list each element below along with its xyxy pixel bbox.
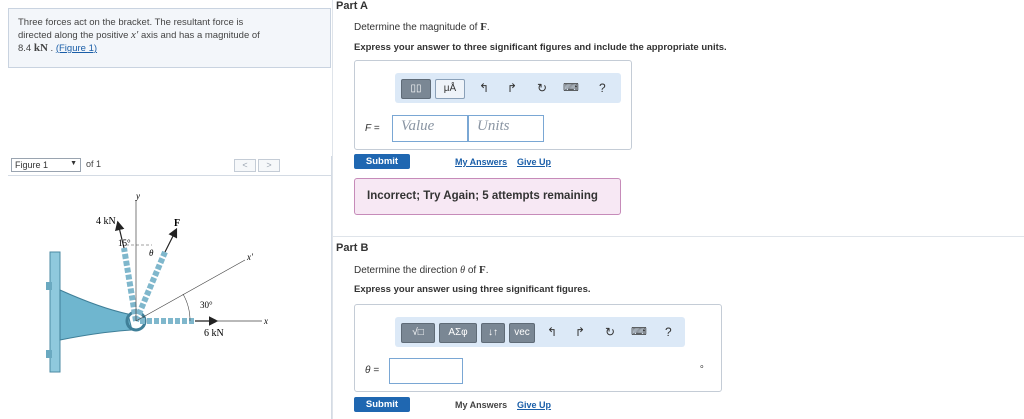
part-a-answer-box: ▯▯ μÅ ↰ ↱ ↻ ⌨ ? F = Value Units: [354, 60, 632, 150]
divider: [332, 0, 333, 419]
label-xprime-axis: x′: [246, 252, 254, 262]
reset-icon[interactable]: ↻: [605, 325, 615, 339]
problem-statement: Three forces act on the bracket. The res…: [8, 8, 331, 68]
part-b-answer-box: √□ ΑΣφ ↓↑ vec ↰ ↱ ↻ ⌨ ? θ = ∘: [354, 304, 722, 392]
figure-select-value: Figure 1: [15, 160, 49, 170]
part-a-toolbar: ▯▯ μÅ ↰ ↱ ↻ ⌨ ?: [395, 73, 621, 103]
problem-text: axis and has a magnitude of: [138, 30, 260, 41]
part-a-instruction: Express your answer to three significant…: [354, 42, 727, 53]
part-b-submit-button[interactable]: Submit: [354, 397, 410, 412]
divider: [332, 236, 1024, 237]
arrows-button[interactable]: ↓↑: [481, 323, 505, 343]
part-a-prompt: Determine the magnitude of F.: [354, 21, 490, 33]
theta-input[interactable]: [389, 358, 463, 384]
figure-link[interactable]: (Figure 1): [56, 43, 97, 54]
part-a-submit-button[interactable]: Submit: [354, 154, 410, 169]
arrow-f: [164, 227, 178, 253]
field-label-f: F =: [365, 123, 380, 134]
bolt-icon: [46, 282, 52, 290]
part-a-label: Part A: [336, 0, 368, 12]
chain-f: [133, 250, 168, 323]
prompt-text: of: [465, 265, 479, 276]
chain-4kn: [121, 247, 139, 322]
units-button[interactable]: μÅ: [435, 79, 465, 99]
label-f: F: [174, 218, 180, 229]
vec-button[interactable]: vec: [509, 323, 535, 343]
angle-arc: [182, 293, 191, 322]
part-a-give-up-link[interactable]: Give Up: [517, 157, 551, 167]
label-angle-15: 15°: [118, 238, 131, 248]
label-angle-30: 30°: [200, 300, 213, 310]
part-b-label: Part B: [336, 242, 369, 254]
templates-button[interactable]: ▯▯: [401, 79, 431, 99]
radical-icon: √□: [412, 327, 424, 338]
part-b-toolbar: √□ ΑΣφ ↓↑ vec ↰ ↱ ↻ ⌨ ?: [395, 317, 685, 347]
prompt-text: .: [485, 265, 489, 276]
next-figure-button[interactable]: >: [258, 159, 280, 172]
help-button[interactable]: ?: [665, 325, 672, 339]
prompt-text: Determine the magnitude of: [354, 22, 481, 33]
reset-icon[interactable]: ↻: [537, 81, 547, 95]
greek-button[interactable]: ΑΣφ: [439, 323, 477, 343]
prompt-text: .: [486, 22, 490, 33]
arrows-icon: ↓↑: [488, 327, 498, 338]
prompt-var: F: [479, 264, 486, 276]
part-b-give-up-link[interactable]: Give Up: [517, 400, 551, 410]
problem-text: directed along the positive: [18, 30, 132, 41]
redo-icon[interactable]: ↱: [575, 325, 585, 339]
chevron-down-icon: ▼: [70, 160, 77, 167]
bolt-icon: [46, 350, 52, 358]
units-input[interactable]: Units: [468, 115, 544, 142]
prev-figure-button[interactable]: <: [234, 159, 256, 172]
figure-select[interactable]: Figure 1 ▼: [11, 158, 81, 172]
field-label-theta: θ =: [365, 365, 380, 376]
part-b-instruction: Express your answer using three signific…: [354, 284, 591, 295]
part-a-my-answers-link[interactable]: My Answers: [455, 157, 507, 167]
label-theta: θ: [149, 248, 154, 258]
templates-icon: ▯▯: [410, 83, 422, 94]
bracket-body: [59, 289, 133, 341]
redo-icon[interactable]: ↱: [507, 81, 517, 95]
feedback-message: Incorrect; Try Again; 5 attempts remaini…: [354, 178, 621, 215]
xprime-axis: [135, 259, 246, 322]
part-b-my-answers-link[interactable]: My Answers: [455, 400, 507, 410]
keyboard-icon[interactable]: ⌨: [563, 81, 579, 94]
undo-icon[interactable]: ↰: [479, 81, 489, 95]
problem-text: .: [47, 43, 56, 54]
degree-unit: ∘: [699, 361, 705, 371]
problem-line-1: Three forces act on the bracket. The res…: [18, 17, 244, 28]
divider: [8, 175, 331, 176]
greek-icon: ΑΣφ: [448, 327, 468, 338]
problem-unit: kN: [33, 42, 48, 54]
label-y-axis: y: [135, 191, 140, 201]
value-input[interactable]: Value: [392, 115, 468, 142]
help-button[interactable]: ?: [599, 81, 606, 95]
problem-line-2: directed along the positive x′ axis and …: [18, 29, 321, 42]
label-x-axis: x: [263, 316, 268, 326]
problem-line-3: 8.4 kN . (Figure 1): [18, 42, 321, 55]
keyboard-icon[interactable]: ⌨: [631, 325, 647, 338]
figure-navigation: Figure 1 ▼ of 1 < >: [8, 156, 331, 175]
prompt-var: F: [480, 21, 487, 33]
prompt-text: Determine the direction: [354, 265, 461, 276]
label-4kn: 4 kN: [96, 216, 116, 227]
undo-icon[interactable]: ↰: [547, 325, 557, 339]
radical-button[interactable]: √□: [401, 323, 435, 343]
label-6kn: 6 kN: [204, 328, 224, 339]
figure-count: of 1: [86, 159, 102, 169]
problem-magnitude: 8.4: [18, 43, 34, 54]
part-b-prompt: Determine the direction θ of F.: [354, 264, 489, 276]
bracket-figure: 4 kN 6 kN 15° 30° θ F y x x′: [46, 191, 268, 373]
